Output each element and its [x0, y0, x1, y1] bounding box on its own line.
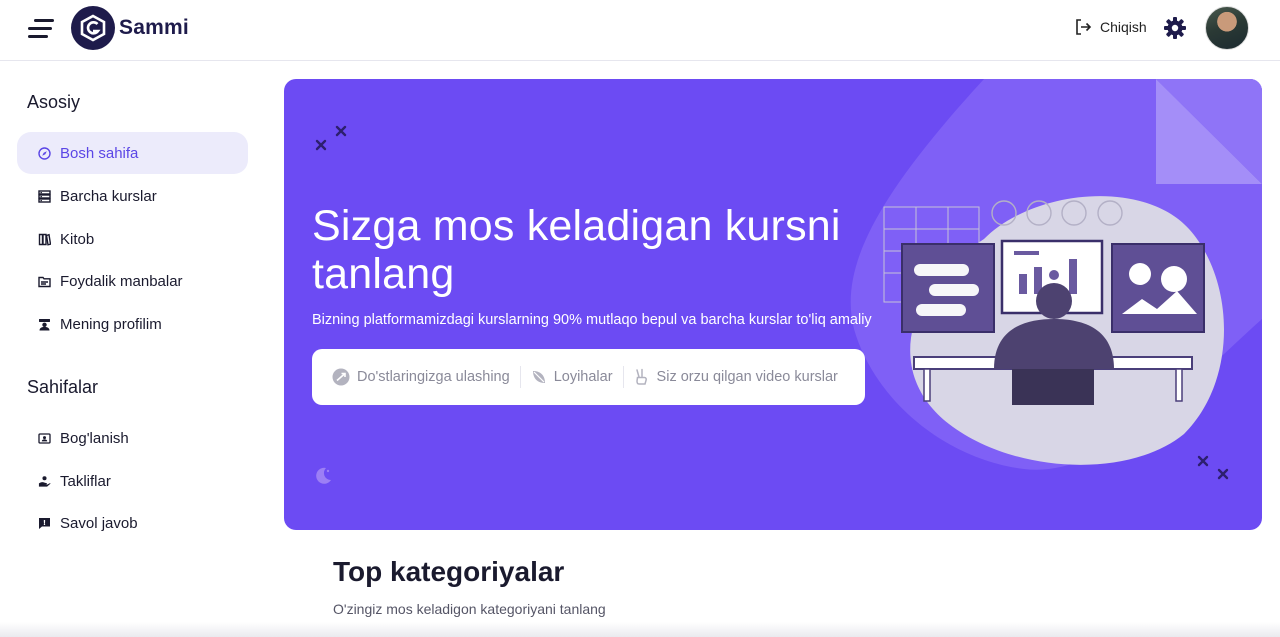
categories-subtitle: O'zingiz mos keladigon kategoriyani tanl…	[333, 601, 606, 617]
hero-feature-bar: Do'stlaringizga ulashing Loyihalar Siz o…	[312, 349, 865, 405]
question-chat-icon: !	[38, 517, 51, 530]
sidebar-item-label: Barcha kurslar	[60, 187, 157, 205]
video-courses-feature-item[interactable]: Siz orzu qilgan video kurslar	[624, 368, 848, 386]
logout-label: Chiqish	[1100, 19, 1147, 35]
leaf-icon	[532, 371, 545, 383]
pill-item-label: Siz orzu qilgan video kurslar	[656, 369, 838, 385]
sidebar-item-label: Savol javob	[60, 514, 138, 532]
hand-offer-icon	[38, 475, 51, 488]
list-icon	[38, 189, 51, 203]
logo-mark-icon	[71, 6, 115, 50]
logo-text: Sammi	[119, 16, 189, 39]
peace-hand-icon	[635, 368, 647, 385]
compass-icon	[38, 146, 51, 160]
sidebar-item-savol-javob[interactable]: ! Savol javob	[17, 502, 248, 544]
sidebar: Asosiy Bosh sahifa Barcha kurslar Kitob …	[0, 61, 264, 637]
sidebar-item-label: Takliflar	[60, 472, 111, 490]
sidebar-section-main: Asosiy	[27, 92, 81, 112]
sidebar-item-kitob[interactable]: Kitob	[17, 218, 248, 260]
hamburger-menu-icon[interactable]	[28, 17, 54, 41]
sidebar-item-foydalik-manbalar[interactable]: Foydalik manbalar	[17, 260, 248, 302]
sidebar-item-label: Kitob	[60, 230, 95, 248]
categories-title: Top kategoriyalar	[333, 556, 565, 587]
hero-banner: Sizga mos keladigan kursni tanlang Bizni…	[284, 79, 1262, 530]
top-header: Sammi Chiqish	[0, 0, 1280, 61]
projects-feature-item[interactable]: Loyihalar	[521, 369, 623, 385]
user-avatar[interactable]	[1205, 6, 1249, 50]
sidebar-item-mening-profilim[interactable]: Mening profilim	[17, 303, 248, 345]
hero-title: Sizga mos keladigan kursni tanlang	[312, 202, 841, 298]
hero-illustration	[850, 79, 1262, 470]
svg-text:!: !	[43, 519, 46, 527]
sidebar-item-takliflar[interactable]: Takliflar	[17, 460, 248, 502]
logout-icon	[1076, 19, 1092, 35]
share-feature-item[interactable]: Do'stlaringizga ulashing	[322, 368, 520, 386]
x-marks-decoration-icon	[315, 125, 347, 151]
sidebar-item-label: Bog'lanish	[60, 429, 129, 447]
moon-decoration-icon	[316, 467, 331, 484]
sidebar-section-pages: Sahifalar	[27, 377, 99, 397]
sidebar-item-bosh-sahifa[interactable]: Bosh sahifa	[17, 132, 248, 174]
sidebar-item-boglanish[interactable]: Bog'lanish	[17, 417, 248, 459]
hero-subtitle: Bizning platformamizdagi kurslarning 90%…	[312, 312, 872, 328]
profile-icon	[38, 318, 51, 331]
folder-icon	[38, 275, 51, 288]
sidebar-item-label: Mening profilim	[60, 315, 162, 333]
share-icon	[332, 368, 350, 386]
logout-button[interactable]: Chiqish	[1074, 18, 1147, 36]
sidebar-item-label: Bosh sahifa	[60, 144, 139, 162]
sidebar-item-label: Foydalik manbalar	[60, 272, 183, 290]
pill-item-label: Do'stlaringizga ulashing	[357, 369, 510, 385]
contact-card-icon	[38, 432, 51, 445]
logo[interactable]: Sammi	[71, 6, 189, 50]
bottom-fade	[0, 622, 1280, 637]
sidebar-item-barcha-kurslar[interactable]: Barcha kurslar	[17, 175, 248, 217]
pill-item-label: Loyihalar	[553, 369, 613, 385]
gear-icon[interactable]	[1163, 16, 1187, 40]
book-icon	[38, 233, 51, 246]
